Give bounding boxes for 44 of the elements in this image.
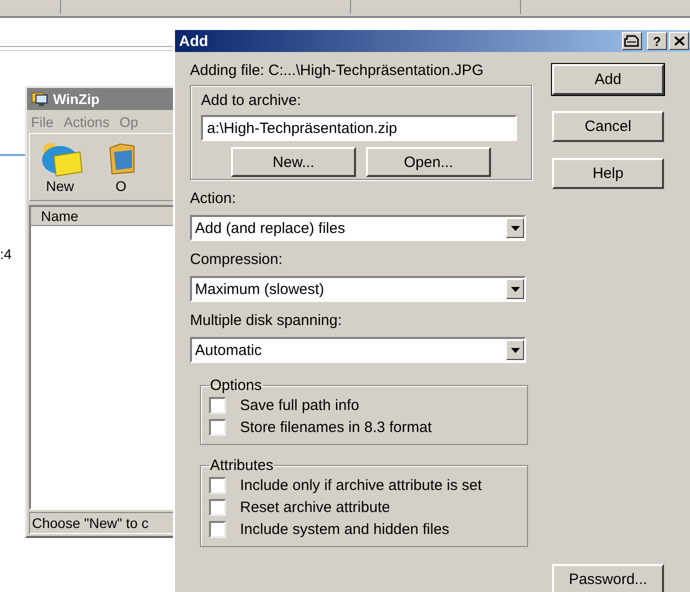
checkbox-label: Reset archive attribute — [240, 498, 390, 516]
window-title: WinZip — [53, 91, 100, 107]
checkbox[interactable] — [209, 520, 226, 538]
group-title: Attributes — [209, 457, 274, 474]
checkbox[interactable] — [209, 498, 226, 516]
archive-path-field[interactable]: a:\High-Techpräsentation.zip — [201, 115, 517, 141]
caret-icon — [510, 226, 520, 230]
dropdown[interactable]: Add (and replace) files — [190, 215, 526, 241]
toolbar-button[interactable]: O — [106, 138, 136, 194]
checkbox-label: Include system and hidden files — [240, 520, 450, 538]
adding-file-label: Adding file: C:...\High-Techpräsentation.JPG — [190, 62, 484, 79]
action-button[interactable]: Help — [552, 158, 664, 189]
tray-button[interactable] — [622, 32, 642, 50]
caret-icon — [510, 348, 520, 352]
text-fragment: :4 — [0, 246, 12, 262]
dropdown[interactable]: Automatic — [190, 337, 526, 363]
checkbox[interactable] — [209, 418, 226, 436]
checkbox[interactable] — [209, 396, 226, 414]
help-title-button[interactable]: ? — [647, 32, 667, 50]
dropdown-button[interactable] — [506, 218, 524, 238]
group-title: Options — [209, 377, 263, 394]
action-button[interactable]: Add — [552, 64, 664, 95]
field-label: Add to archive: — [201, 92, 302, 109]
dropdown-button[interactable] — [506, 279, 524, 299]
checkbox[interactable] — [209, 476, 226, 494]
archive-button[interactable]: Open... — [366, 147, 491, 177]
password-button[interactable]: Password... — [552, 564, 664, 592]
close-icon — [674, 36, 684, 46]
checkbox-label: Save full path info — [240, 396, 360, 414]
caret-icon — [510, 286, 520, 292]
dropdown-button[interactable] — [506, 340, 524, 360]
action-button[interactable]: Cancel — [552, 111, 664, 142]
dropdown-label: Multiple disk spanning: — [190, 312, 343, 329]
toolbar-button[interactable]: New — [36, 138, 84, 194]
computer-icon — [31, 91, 49, 107]
dropdown[interactable]: Maximum (slowest) — [190, 276, 526, 302]
checkbox-label: Include only if archive attribute is set — [240, 476, 482, 494]
archive-button[interactable]: New... — [231, 147, 356, 177]
window-title: Add — [179, 32, 208, 50]
dropdown-label: Action: — [190, 190, 237, 207]
printer-icon — [624, 35, 640, 47]
close-button[interactable] — [669, 32, 689, 50]
checkbox-label: Store filenames in 8.3 format — [240, 418, 432, 436]
dropdown-label: Compression: — [190, 251, 284, 268]
